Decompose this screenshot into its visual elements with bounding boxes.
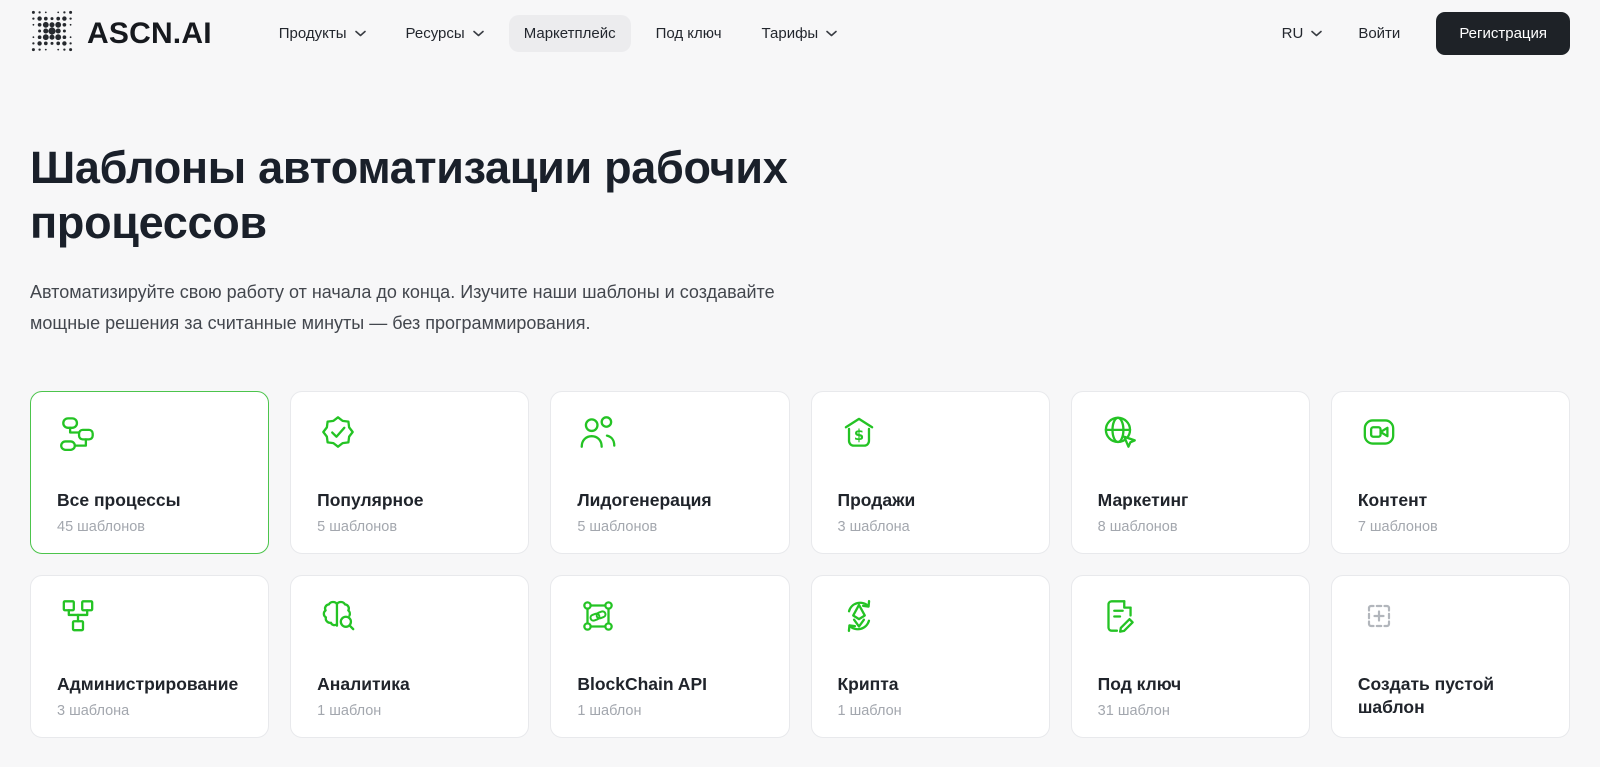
category-count: 3 шаблона [57,702,130,719]
nav-item-label: Под ключ [655,25,722,42]
brand[interactable]: ASCN.AI [30,9,212,58]
crypto-refresh-icon [838,595,1023,637]
category-title: Продажи [837,489,916,510]
header-actions: RU Войти Регистрация [1282,12,1570,55]
category-title: Под ключ [1097,673,1182,694]
language-label: RU [1281,25,1304,42]
category-count: 1 шаблон [317,702,382,719]
category-title: Маркетинг [1097,489,1189,510]
chevron-down-icon [472,30,484,37]
category-card-sales[interactable]: $ Продажи 3 шаблона [810,390,1050,554]
category-count: 8 шаблонов [1097,518,1178,535]
nav-item-marketplace[interactable]: Маркетплейс [508,15,631,52]
svg-text:$: $ [853,427,863,444]
category-card-content[interactable]: Контент 7 шаблонов [1330,390,1570,554]
category-grid: Все процессы 45 шаблонов Популярное 5 ша… [30,390,1570,738]
document-edit-icon [1098,595,1283,637]
category-title: Крипта [837,673,899,694]
badge-check-icon [317,411,502,453]
category-title: Создать пустой шаблон [1357,674,1495,717]
category-title: Популярное [317,489,424,510]
globe-cursor-icon [1098,411,1283,453]
brand-name: ASCN.AI [87,16,212,50]
header: ASCN.AI Продукты Ресурсы Маркетплейс Под… [0,0,1600,67]
signup-button[interactable]: Регистрация [1436,12,1570,55]
users-icon [577,411,762,453]
category-title: Все процессы [57,489,181,510]
category-card-popular[interactable]: Популярное 5 шаблонов [290,390,530,554]
category-count: 45 шаблонов [57,518,145,535]
category-title: Контент [1357,489,1428,510]
category-title: Администрирование [57,673,239,694]
nav-item-label: Ресурсы [405,25,465,42]
category-count: 7 шаблонов [1357,518,1438,535]
category-card-administration[interactable]: Администрирование 3 шаблона [30,574,270,738]
category-card-turnkey[interactable]: Под ключ 31 шаблон [1070,574,1310,738]
page-title: Шаблоны автоматизации рабочих процессов [30,142,788,248]
nav-item-turnkey[interactable]: Под ключ [641,15,737,52]
main-nav: Продукты Ресурсы Маркетплейс Под ключ Та… [264,15,852,52]
nav-item-label: Маркетплейс [523,25,616,42]
language-selector[interactable]: RU [1282,25,1323,42]
workflow-icon [57,411,242,453]
category-card-blockchain-api[interactable]: BlockChain API 1 шаблон [550,574,790,738]
add-template-icon [1358,595,1543,637]
nav-item-pricing[interactable]: Тарифы [747,15,853,52]
category-title: Аналитика [317,673,410,694]
category-title: BlockChain API [577,673,707,694]
chevron-down-icon [1311,30,1323,37]
category-count: 5 шаблонов [577,518,658,535]
video-camera-icon [1358,411,1543,453]
sales-dollar-icon: $ [838,411,1023,453]
category-card-leadgen[interactable]: Лидогенерация 5 шаблонов [550,390,790,554]
main-content: Шаблоны автоматизации рабочих процессов … [0,141,1600,738]
category-card-all-processes[interactable]: Все процессы 45 шаблонов [30,390,270,554]
login-link[interactable]: Войти [1358,25,1400,42]
category-count: 1 шаблон [837,702,902,719]
category-card-marketing[interactable]: Маркетинг 8 шаблонов [1070,390,1310,554]
nav-item-label: Тарифы [761,25,819,42]
category-count: 3 шаблона [837,518,910,535]
page-subtitle: Автоматизируйте свою работу от начала до… [30,281,775,333]
category-count: 1 шаблон [577,702,642,719]
blockchain-icon [577,595,762,637]
category-card-crypto[interactable]: Крипта 1 шаблон [810,574,1050,738]
nav-item-label: Продукты [278,25,347,42]
category-count: 31 шаблон [1097,702,1170,719]
nav-item-resources[interactable]: Ресурсы [391,15,499,52]
category-title: Лидогенерация [577,489,712,510]
logo-icon [30,9,74,58]
category-count: 5 шаблонов [317,518,398,535]
chevron-down-icon [826,30,838,37]
nav-item-products[interactable]: Продукты [264,15,381,52]
brain-search-icon [317,595,502,637]
org-chart-icon [57,595,242,637]
category-card-analytics[interactable]: Аналитика 1 шаблон [290,574,530,738]
chevron-down-icon [354,30,366,37]
category-card-create-blank[interactable]: Создать пустой шаблон [1330,574,1570,738]
